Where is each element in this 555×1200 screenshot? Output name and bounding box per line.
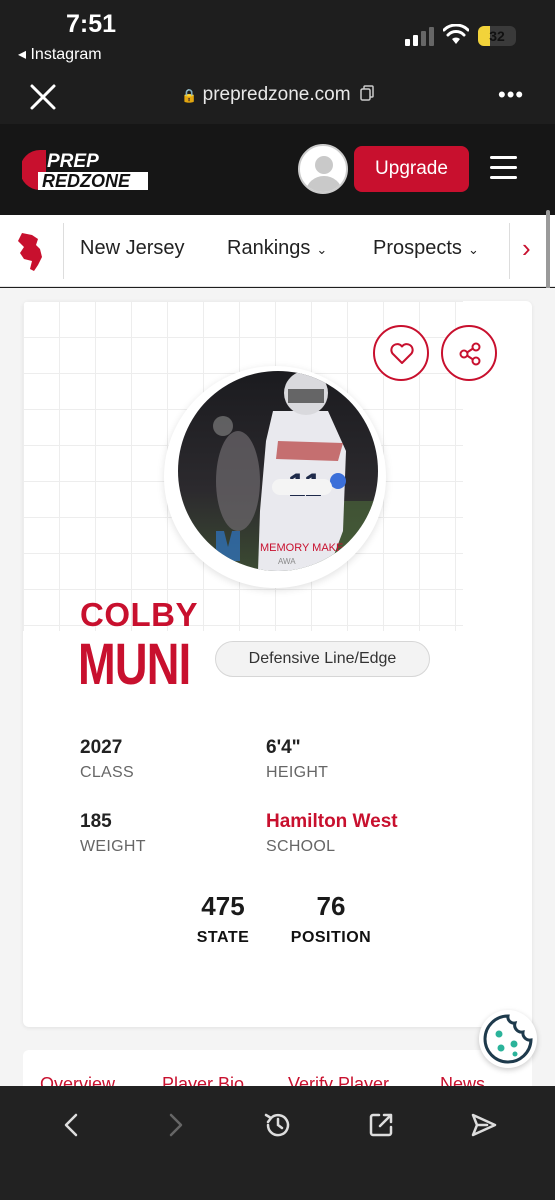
nav-item-prospects[interactable]: Prospects ⌄	[373, 237, 479, 260]
weight-value: 185	[80, 811, 112, 832]
share-icon	[459, 342, 481, 366]
position-rank-label: POSITION	[290, 929, 372, 946]
player-card: 11 MEMORY MAKE AWA COLBY MUNI Defensive …	[23, 301, 532, 1027]
url-display[interactable]: 🔒 prepredzone.com	[0, 84, 555, 106]
prep-redzone-logo[interactable]: PREP REDZONE	[20, 148, 150, 192]
page-content: 11 MEMORY MAKE AWA COLBY MUNI Defensive …	[0, 288, 555, 1110]
height-label: HEIGHT	[266, 764, 329, 781]
open-external-icon[interactable]	[366, 1110, 396, 1140]
copy-icon[interactable]	[360, 85, 374, 101]
class-label: CLASS	[80, 764, 134, 781]
forward-icon[interactable]	[160, 1110, 190, 1140]
new-jersey-icon[interactable]	[16, 231, 46, 273]
site-header: PREP REDZONE Upgrade	[0, 124, 555, 215]
menu-icon[interactable]	[490, 156, 517, 180]
url-text: prepredzone.com	[202, 84, 351, 105]
status-bar: 7:51 ◂ Instagram 32	[0, 0, 555, 70]
avatar-icon	[306, 156, 342, 192]
cookie-settings-button[interactable]	[479, 1010, 537, 1068]
battery-indicator: 32	[478, 26, 516, 46]
back-to-app-link[interactable]: ◂ Instagram	[18, 44, 102, 64]
more-icon[interactable]: •••	[498, 82, 524, 108]
back-icon[interactable]	[57, 1110, 87, 1140]
in-app-browser-bar: 🔒 prepredzone.com •••	[0, 70, 555, 124]
scrollbar[interactable]	[546, 210, 550, 300]
height-value: 6'4"	[266, 737, 301, 758]
player-photo: 11 MEMORY MAKE AWA	[178, 371, 378, 571]
avatar[interactable]	[298, 144, 348, 194]
cookie-icon	[483, 1014, 533, 1064]
photo-watermark: MEMORY MAKE	[260, 542, 343, 554]
upgrade-button[interactable]: Upgrade	[354, 146, 469, 192]
player-first-name: COLBY	[80, 596, 198, 633]
heart-icon	[390, 343, 414, 364]
weight-label: WEIGHT	[80, 838, 146, 855]
school-label: SCHOOL	[266, 838, 336, 855]
status-time: 7:51	[66, 10, 117, 38]
position-badge: Defensive Line/Edge	[215, 641, 430, 677]
send-icon[interactable]	[469, 1110, 499, 1140]
favorite-button[interactable]	[373, 325, 429, 381]
browser-toolbar	[0, 1086, 555, 1200]
nav-item-new-jersey[interactable]: New Jersey	[80, 237, 184, 260]
state-nav: New Jersey Rankings ⌄ Prospects ⌄ ›	[0, 215, 555, 287]
position-rank-value: 76	[316, 891, 346, 921]
state-rank-value: 475	[201, 891, 245, 921]
logo-text-bottom: REDZONE	[42, 171, 131, 191]
class-value: 2027	[80, 737, 123, 758]
logo-text-top: PREP	[47, 151, 99, 172]
wifi-icon	[443, 24, 469, 44]
lock-icon: 🔒	[181, 88, 198, 103]
state-rank-label: STATE	[196, 929, 250, 946]
chevron-right-icon[interactable]: ›	[522, 233, 531, 264]
player-last-name: MUNI	[78, 632, 191, 697]
signal-icon	[405, 27, 434, 46]
school-link[interactable]: Hamilton West	[266, 811, 398, 833]
photo-watermark-sub: AWA	[278, 557, 296, 566]
history-icon[interactable]	[263, 1110, 293, 1140]
chevron-down-icon: ⌄	[467, 242, 479, 257]
nav-item-rankings[interactable]: Rankings ⌄	[227, 237, 327, 260]
share-button[interactable]	[441, 325, 497, 381]
battery-level: 32	[489, 28, 505, 44]
chevron-down-icon: ⌄	[316, 242, 328, 257]
